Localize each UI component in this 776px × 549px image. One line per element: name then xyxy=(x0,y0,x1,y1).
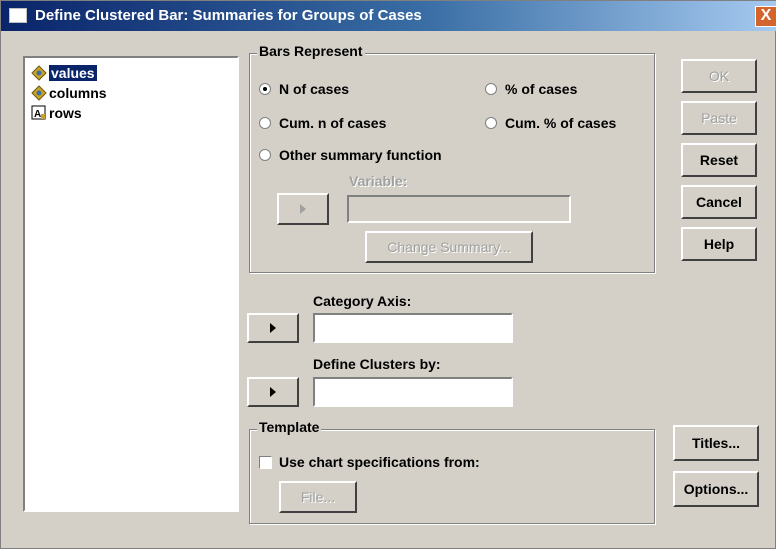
svg-text:A: A xyxy=(34,109,41,120)
scale-variable-icon xyxy=(31,65,47,81)
source-variable-list[interactable]: values columns A rows xyxy=(23,56,239,512)
radio-cum-n-of-cases[interactable]: Cum. n of cases xyxy=(259,115,386,131)
window-icon xyxy=(9,8,27,23)
button-label: Titles... xyxy=(692,435,740,451)
move-to-variable-button[interactable] xyxy=(277,193,329,225)
cancel-button[interactable]: Cancel xyxy=(681,185,757,219)
radio-n-of-cases[interactable]: N of cases xyxy=(259,81,349,97)
radio-button[interactable] xyxy=(485,117,497,129)
button-label: File... xyxy=(300,489,336,505)
help-button[interactable]: Help xyxy=(681,227,757,261)
scale-variable-icon xyxy=(31,85,47,101)
file-button[interactable]: File... xyxy=(279,481,357,513)
move-to-category-axis-button[interactable] xyxy=(247,313,299,343)
right-arrow-icon xyxy=(300,204,306,214)
button-label: Help xyxy=(703,236,735,252)
list-item[interactable]: columns xyxy=(31,84,107,102)
right-arrow-icon xyxy=(270,387,276,397)
radio-label: % of cases xyxy=(505,81,578,97)
summary-variable-field[interactable] xyxy=(347,195,571,223)
bars-represent-legend: Bars Represent xyxy=(257,43,365,59)
ok-button[interactable]: OK xyxy=(681,59,757,93)
button-label: Reset xyxy=(699,152,739,168)
options-button[interactable]: Options... xyxy=(673,471,759,507)
window-title: Define Clustered Bar: Summaries for Grou… xyxy=(35,7,422,24)
variable-label: values xyxy=(49,65,97,81)
radio-label: Cum. n of cases xyxy=(279,115,387,131)
use-chart-specifications-label: Use chart specifications from: xyxy=(279,454,480,470)
close-button[interactable]: X xyxy=(755,6,776,27)
button-label: Paste xyxy=(701,110,737,126)
use-chart-specifications-checkbox[interactable] xyxy=(259,456,272,469)
reset-button[interactable]: Reset xyxy=(681,143,757,177)
button-label: Change Summary... xyxy=(387,239,511,255)
radio-cum-percent-of-cases[interactable]: Cum. % of cases xyxy=(485,115,616,131)
button-label: Cancel xyxy=(696,194,742,210)
button-label: OK xyxy=(708,68,730,84)
right-arrow-icon xyxy=(270,323,276,333)
variable-label: rows xyxy=(49,105,82,121)
list-item[interactable]: A rows xyxy=(31,104,82,122)
move-to-define-clusters-button[interactable] xyxy=(247,377,299,407)
title-bar[interactable]: Define Clustered Bar: Summaries for Grou… xyxy=(1,1,776,31)
category-axis-label: Category Axis: xyxy=(313,293,412,309)
variable-label: Variable: xyxy=(349,173,408,189)
radio-label: N of cases xyxy=(279,81,350,97)
define-clusters-label: Define Clusters by: xyxy=(313,356,441,372)
variable-label: columns xyxy=(49,85,107,101)
category-axis-field[interactable] xyxy=(313,313,513,343)
button-label: Options... xyxy=(683,481,749,497)
list-item[interactable]: values xyxy=(31,64,97,82)
paste-button[interactable]: Paste xyxy=(681,101,757,135)
radio-button[interactable] xyxy=(259,83,271,95)
define-clustered-bar-dialog: Define Clustered Bar: Summaries for Grou… xyxy=(0,0,776,549)
radio-label: Cum. % of cases xyxy=(505,115,617,131)
radio-other-summary-function[interactable]: Other summary function xyxy=(259,147,442,163)
change-summary-button[interactable]: Change Summary... xyxy=(365,231,533,263)
define-clusters-field[interactable] xyxy=(313,377,513,407)
radio-button[interactable] xyxy=(259,149,271,161)
radio-label: Other summary function xyxy=(279,147,442,163)
nominal-variable-icon: A xyxy=(31,105,47,121)
template-legend: Template xyxy=(257,419,322,435)
radio-button[interactable] xyxy=(259,117,271,129)
radio-percent-of-cases[interactable]: % of cases xyxy=(485,81,577,97)
radio-button[interactable] xyxy=(485,83,497,95)
titles-button[interactable]: Titles... xyxy=(673,425,759,461)
